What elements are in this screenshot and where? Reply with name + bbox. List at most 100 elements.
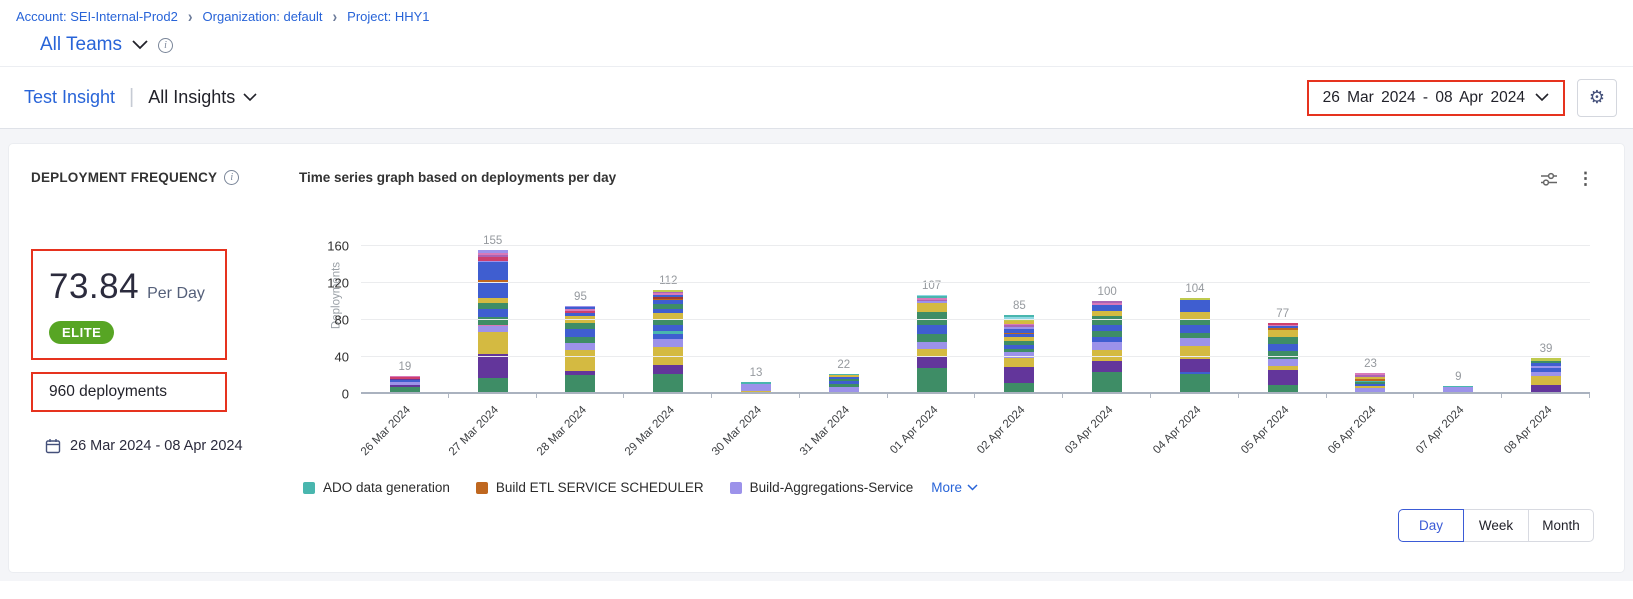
x-axis-label: 26 Mar 2024	[359, 404, 413, 458]
chart-bar[interactable]: 85	[1004, 315, 1034, 394]
bar-segment[interactable]	[1268, 337, 1298, 344]
legend-item[interactable]: Build-Aggregations-Service	[730, 480, 914, 495]
legend-more-link[interactable]: More	[931, 480, 978, 495]
bar-segment[interactable]	[1268, 359, 1298, 366]
chart-slot: 2231 Mar 2024	[800, 231, 888, 394]
chart-slot: 1330 Mar 2024	[712, 231, 800, 394]
chart-bar[interactable]: 22	[829, 374, 859, 394]
bar-segment[interactable]	[1268, 370, 1298, 385]
bar-segment[interactable]	[478, 309, 508, 317]
gridline	[361, 319, 1590, 320]
bar-segment[interactable]	[1092, 342, 1122, 349]
chart-bar[interactable]: 155	[478, 250, 508, 394]
chart-slot: 7705 Apr 2024	[1239, 231, 1327, 394]
date-range-selector[interactable]: 26 Mar 2024 - 08 Apr 2024	[1307, 80, 1565, 116]
metric-value: 73.84	[49, 267, 139, 307]
filter-sliders-icon[interactable]	[1539, 171, 1559, 187]
granularity-day-button[interactable]: Day	[1398, 509, 1464, 542]
bar-segment[interactable]	[741, 384, 771, 391]
kebab-menu-icon[interactable]: ⋮	[1577, 170, 1594, 187]
bar-segment[interactable]	[653, 365, 683, 373]
bar-segment[interactable]	[478, 354, 508, 378]
bar-segment[interactable]	[917, 334, 947, 342]
chart-bar[interactable]: 104	[1180, 298, 1210, 394]
chart-slot: 2306 Apr 2024	[1327, 231, 1415, 394]
chart-slot: 3908 Apr 2024	[1502, 231, 1590, 394]
chevron-down-icon[interactable]	[132, 40, 148, 50]
chart-slot: 9528 Mar 2024	[537, 231, 625, 394]
all-insights-selector[interactable]: All Insights	[148, 87, 257, 108]
bar-segment[interactable]	[653, 374, 683, 394]
chart-slot: 10701 Apr 2024	[888, 231, 976, 394]
breadcrumb-separator-icon: ›	[333, 6, 338, 25]
bar-segment[interactable]	[1180, 325, 1210, 332]
bar-segment[interactable]	[1004, 367, 1034, 383]
bar-segment[interactable]	[1268, 344, 1298, 351]
chart-bar[interactable]: 39	[1531, 358, 1561, 394]
chart-slot: 11229 Mar 2024	[624, 231, 712, 394]
bar-segment[interactable]	[1531, 376, 1561, 384]
breadcrumb-account[interactable]: Account: SEI-Internal-Prod2	[16, 9, 178, 24]
bar-total-label: 104	[1185, 283, 1204, 295]
x-axis-label: 05 Apr 2024	[1239, 404, 1291, 456]
total-deployments-annotation-box: 960 deployments	[31, 372, 227, 412]
x-axis-label: 02 Apr 2024	[975, 404, 1027, 456]
chart-bar[interactable]: 107	[917, 295, 947, 394]
chevron-down-icon	[243, 93, 257, 102]
chart-bar[interactable]: 100	[1092, 301, 1122, 394]
granularity-week-button[interactable]: Week	[1463, 509, 1529, 542]
x-axis-label: 31 Mar 2024	[798, 404, 852, 458]
bar-segment[interactable]	[917, 325, 947, 334]
chart-bar[interactable]: 112	[653, 290, 683, 394]
legend-label: Build-Aggregations-Service	[750, 480, 914, 495]
granularity-month-button[interactable]: Month	[1528, 509, 1594, 542]
bar-segment[interactable]	[1180, 374, 1210, 394]
x-axis-label: 30 Mar 2024	[710, 404, 764, 458]
x-axis-label: 06 Apr 2024	[1327, 404, 1379, 456]
bar-segment[interactable]	[478, 262, 508, 280]
bar-segment[interactable]	[478, 282, 508, 298]
y-axis-tick-label: 40	[335, 349, 349, 364]
chevron-down-icon	[1535, 93, 1549, 102]
bar-segment[interactable]	[1180, 359, 1210, 372]
bar-segment[interactable]	[565, 329, 595, 336]
bar-segment[interactable]	[917, 303, 947, 311]
bar-segment[interactable]	[1092, 316, 1122, 325]
settings-button[interactable]: ⚙	[1577, 79, 1617, 117]
bar-segment[interactable]	[653, 339, 683, 346]
chart-bar[interactable]: 77	[1268, 323, 1298, 394]
info-icon[interactable]: i	[224, 170, 239, 185]
deployment-frequency-widget: DEPLOYMENT FREQUENCY i 73.84 Per Day ELI…	[8, 143, 1625, 573]
chart-slot: 8502 Apr 2024	[975, 231, 1063, 394]
info-icon[interactable]: i	[158, 38, 173, 53]
gridline	[361, 282, 1590, 283]
insight-title-link[interactable]: Test Insight	[24, 87, 115, 108]
breadcrumb-project[interactable]: Project: HHY1	[347, 9, 429, 24]
metric-annotation-box: 73.84 Per Day ELITE	[31, 249, 227, 360]
bar-total-label: 100	[1098, 286, 1117, 298]
bar-segment[interactable]	[478, 332, 508, 354]
bar-segment[interactable]	[917, 368, 947, 394]
legend-swatch	[730, 482, 742, 494]
breadcrumb-organization[interactable]: Organization: default	[203, 9, 323, 24]
bar-segment[interactable]	[1004, 358, 1034, 367]
chart-slot: 1926 Mar 2024	[361, 231, 449, 394]
bar-segment[interactable]	[1092, 361, 1122, 372]
bar-segment[interactable]	[917, 357, 947, 368]
legend-label: Build ETL SERVICE SCHEDULER	[496, 480, 704, 495]
chart-bar[interactable]: 23	[1355, 373, 1385, 394]
page-header: Account: SEI-Internal-Prod2 › Organizati…	[0, 0, 1633, 56]
bar-segment[interactable]	[1092, 372, 1122, 394]
legend-item[interactable]: Build ETL SERVICE SCHEDULER	[476, 480, 704, 495]
status-badge: ELITE	[49, 321, 114, 344]
gridline	[361, 245, 1590, 246]
y-axis-tick-label: 0	[342, 387, 349, 402]
metric-unit: Per Day	[147, 285, 205, 303]
bar-segment[interactable]	[1180, 305, 1210, 312]
all-teams-selector[interactable]: All Teams	[40, 34, 122, 56]
legend-swatch	[303, 482, 315, 494]
legend-item[interactable]: ADO data generation	[303, 480, 450, 495]
bar-segment[interactable]	[1180, 338, 1210, 345]
bar-segment[interactable]	[565, 343, 595, 350]
bar-segment[interactable]	[565, 350, 595, 370]
